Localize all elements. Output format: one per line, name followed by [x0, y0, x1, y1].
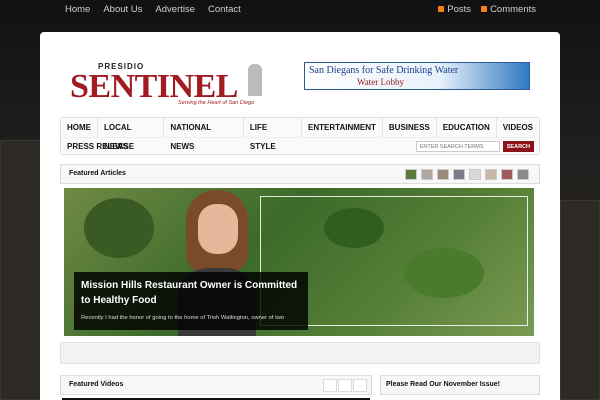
slide-thumbnail[interactable]: [405, 169, 417, 180]
slide-thumbnail[interactable]: [501, 169, 513, 180]
slider-thumbnails: [405, 169, 529, 180]
page-container: PRESIDIO SENTINEL Serving the Heart of S…: [40, 32, 560, 400]
top-nav: Home About Us Advertise Contact: [65, 4, 241, 15]
ad-line-2: Water Lobby: [357, 77, 405, 87]
nav-row-2: PRESS RELEASE SEARCH: [61, 137, 539, 155]
slide-thumbnail[interactable]: [421, 169, 433, 180]
comments-feed-link[interactable]: Comments: [481, 4, 536, 15]
nav-local-news[interactable]: LOCAL NEWS: [98, 118, 165, 151]
building: [560, 200, 600, 400]
main-nav: HOME LOCAL NEWS NATIONAL NEWS LIFE STYLE…: [60, 117, 540, 155]
top-nav-contact[interactable]: Contact: [208, 4, 241, 15]
nav-business[interactable]: BUSINESS: [383, 118, 437, 137]
featured-slider[interactable]: Mission Hills Restaurant Owner is Commit…: [64, 188, 534, 336]
search-button[interactable]: SEARCH: [502, 141, 534, 152]
dome-icon: [248, 64, 262, 96]
feed-links: Posts Comments: [438, 4, 536, 15]
top-nav-about[interactable]: About Us: [103, 4, 142, 15]
nav-entertainment[interactable]: ENTERTAINMENT: [302, 118, 383, 137]
video-tab-button[interactable]: [338, 379, 352, 392]
slide-headline[interactable]: Mission Hills Restaurant Owner is Commit…: [81, 278, 299, 308]
video-controls: [323, 379, 367, 392]
search-form: SEARCH: [415, 141, 534, 152]
rss-icon: [481, 6, 488, 12]
video-tab-button[interactable]: [323, 379, 337, 392]
top-bar: Home About Us Advertise Contact Posts Co…: [0, 0, 600, 18]
top-nav-home[interactable]: Home: [65, 4, 90, 15]
featured-articles-title: Featured Articles: [69, 170, 126, 177]
featured-videos-title: Featured Videos: [69, 381, 124, 388]
slide-thumbnail[interactable]: [437, 169, 449, 180]
logo-tagline: Serving the Heart of San Diego: [178, 100, 255, 106]
nav-national-news[interactable]: NATIONAL NEWS: [164, 118, 244, 151]
banner-ad[interactable]: San Diegans for Safe Drinking Water Wate…: [304, 62, 530, 90]
nav-videos[interactable]: VIDEOS: [497, 118, 539, 137]
person-face: [198, 204, 238, 254]
video-tab-button[interactable]: [353, 379, 367, 392]
nav-press-release[interactable]: PRESS RELEASE: [61, 142, 140, 151]
ad-line-1: San Diegans for Safe Drinking Water: [309, 65, 459, 76]
november-issue-header: Please Read Our November Issue!: [380, 375, 540, 395]
slider-footer: [60, 342, 540, 364]
nav-education[interactable]: EDUCATION: [437, 118, 497, 137]
featured-videos-header: Featured Videos: [60, 375, 372, 395]
nav-home[interactable]: HOME: [61, 118, 98, 137]
top-nav-advertise[interactable]: Advertise: [155, 4, 195, 15]
nav-row: HOME LOCAL NEWS NATIONAL NEWS LIFE STYLE…: [61, 118, 539, 151]
slide-thumbnail[interactable]: [453, 169, 465, 180]
slide-excerpt: Recently I had the honor of going to the…: [81, 315, 285, 321]
slide-thumbnail[interactable]: [485, 169, 497, 180]
site-logo[interactable]: PRESIDIO SENTINEL Serving the Heart of S…: [70, 62, 270, 110]
slide-thumbnail[interactable]: [517, 169, 529, 180]
posts-feed-link[interactable]: Posts: [438, 4, 471, 15]
search-input[interactable]: [415, 141, 500, 152]
garden-foliage: [84, 198, 154, 258]
rss-icon: [438, 6, 445, 12]
building: [0, 140, 42, 400]
november-issue-title: Please Read Our November Issue!: [386, 381, 500, 388]
featured-articles-header: Featured Articles: [60, 164, 540, 184]
nav-life-style[interactable]: LIFE STYLE: [244, 118, 303, 151]
slide-thumbnail[interactable]: [469, 169, 481, 180]
slide-caption[interactable]: Mission Hills Restaurant Owner is Commit…: [74, 272, 308, 330]
